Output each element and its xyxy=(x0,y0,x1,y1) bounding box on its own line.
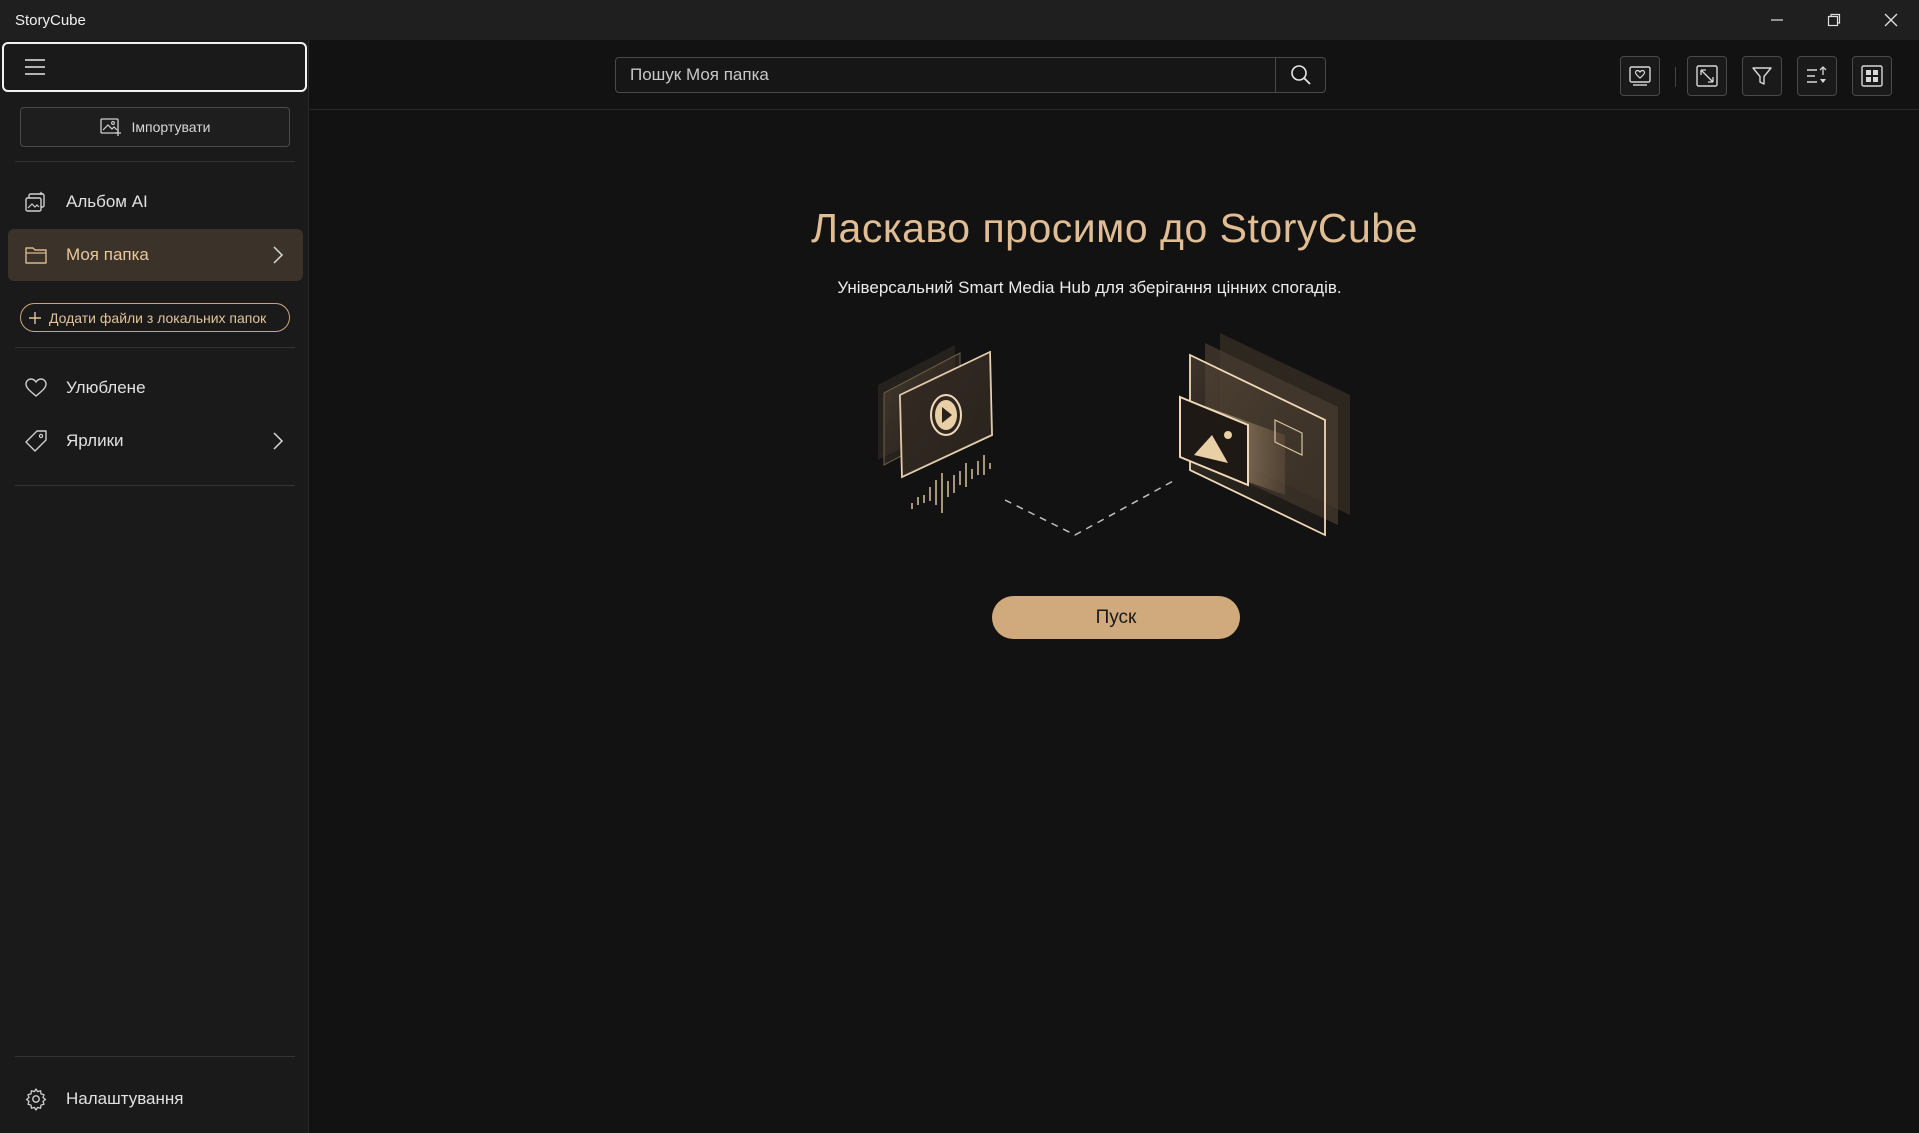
folder-icon xyxy=(25,247,47,264)
sidebar-divider xyxy=(15,485,295,486)
tag-icon xyxy=(25,430,47,452)
menu-toggle-button[interactable] xyxy=(2,42,307,92)
grid-view-icon xyxy=(1861,65,1883,87)
close-button[interactable] xyxy=(1862,0,1919,40)
sidebar-item-favorites[interactable]: Улюблене xyxy=(8,362,303,414)
import-button[interactable]: Імпортувати xyxy=(20,107,290,147)
sidebar-item-my-folder[interactable]: Моя папка xyxy=(8,229,303,281)
search-input[interactable] xyxy=(616,58,1275,92)
sidebar-item-label: Моя папка xyxy=(66,245,149,264)
sidebar-divider xyxy=(15,1056,295,1057)
sidebar-item-tags[interactable]: Ярлики xyxy=(8,415,303,467)
start-button[interactable]: Пуск xyxy=(992,596,1240,639)
heart-icon xyxy=(25,378,47,397)
plus-icon xyxy=(29,311,41,324)
sort-icon xyxy=(1807,66,1827,83)
sidebar-item-label: Налаштування xyxy=(66,1089,184,1108)
add-local-folders-button[interactable]: Додати файли з локальних папок xyxy=(20,303,290,332)
sidebar-item-label: Альбом AI xyxy=(66,192,148,211)
restore-icon xyxy=(1827,13,1840,27)
gear-icon xyxy=(25,1088,47,1111)
minimize-button[interactable] xyxy=(1748,0,1805,40)
photo-card-icon xyxy=(1179,333,1350,537)
sidebar-item-label: Улюблене xyxy=(66,378,146,397)
filter-button[interactable] xyxy=(1742,56,1782,96)
top-toolbar xyxy=(310,40,1919,110)
view-mode-button[interactable] xyxy=(1852,56,1892,96)
expand-icon xyxy=(1696,65,1718,87)
close-icon xyxy=(1884,13,1897,27)
video-card-icon xyxy=(878,345,993,479)
chevron-right-icon xyxy=(273,246,284,264)
window-controls xyxy=(1748,0,1919,40)
image-heart-icon xyxy=(1629,66,1651,86)
add-local-label: Додати файли з локальних папок xyxy=(49,309,267,326)
sidebar-divider xyxy=(15,161,295,162)
sidebar-item-album-ai[interactable]: Альбом AI xyxy=(8,176,303,228)
minimize-icon xyxy=(1770,19,1783,21)
hamburger-icon xyxy=(25,59,45,75)
album-ai-icon xyxy=(25,191,45,212)
media-hub-illustration xyxy=(878,333,1350,537)
welcome-title: Ласкаво просимо до StoryCube xyxy=(811,205,1418,251)
sidebar-item-label: Ярлики xyxy=(66,431,124,450)
search-button[interactable] xyxy=(1275,58,1325,92)
chevron-right-icon xyxy=(273,432,284,450)
sort-button[interactable] xyxy=(1797,56,1837,96)
import-label: Імпортувати xyxy=(131,119,211,135)
resize-button[interactable] xyxy=(1687,56,1727,96)
sidebar: Імпортувати Альбом AI Моя папка Додати ф… xyxy=(0,40,309,1133)
restore-button[interactable] xyxy=(1805,0,1862,40)
welcome-subtitle: Універсальний Smart Media Hub для зберіг… xyxy=(837,278,1342,297)
app-title: StoryCube xyxy=(15,11,86,29)
search-box xyxy=(615,57,1326,93)
sidebar-divider xyxy=(15,347,295,348)
import-image-icon xyxy=(99,118,121,136)
filter-icon xyxy=(1752,67,1772,85)
toolbar-separator xyxy=(1675,67,1676,87)
search-icon xyxy=(1290,65,1311,85)
sidebar-item-settings[interactable]: Налаштування xyxy=(8,1073,303,1125)
title-bar: StoryCube xyxy=(0,0,1919,40)
memories-button[interactable] xyxy=(1620,56,1660,96)
